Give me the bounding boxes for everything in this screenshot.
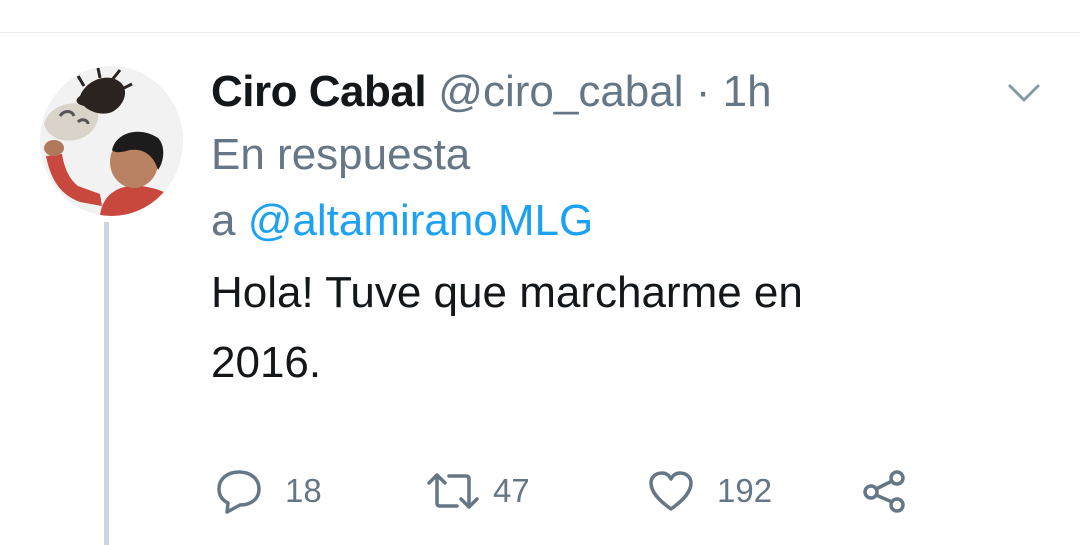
share-nodes-icon [861,469,909,513]
header-separator: · [695,67,711,116]
tweet-text-line: 2016. [211,338,322,387]
reply-context-label: En respuesta [211,130,471,179]
avatar-photo [40,66,183,216]
tweet-header: Ciro Cabal @ciro_cabal · 1h [211,62,1011,122]
tweet[interactable]: Ciro Cabal @ciro_cabal · 1h En respuesta… [211,62,1011,398]
avatar[interactable] [40,66,183,216]
tweet-actions-bar: 18 47 192 [211,466,1011,516]
heart-icon [647,469,695,513]
reply-count: 18 [285,472,322,509]
speech-bubble-icon [215,468,263,514]
thread-connector-line [104,222,109,545]
author-handle[interactable]: @ciro_cabal [438,67,683,116]
tweet-text: Hola! Tuve que marcharme en 2016. [211,258,1011,398]
top-divider [0,32,1080,33]
share-button[interactable] [861,466,909,516]
reply-to-prefix: a [211,196,236,245]
like-button[interactable]: 192 [647,466,772,516]
chevron-down-icon[interactable] [1002,76,1046,112]
author-name[interactable]: Ciro Cabal [211,67,427,116]
retweet-arrows-icon [425,469,481,513]
like-count: 192 [717,472,773,509]
retweet-button[interactable]: 47 [425,466,530,516]
reply-button[interactable]: 18 [215,466,322,516]
tweet-timestamp[interactable]: 1h [723,67,772,116]
retweet-count: 47 [493,472,530,509]
reply-to-mention-link[interactable]: @altamiranoMLG [248,196,593,245]
tweet-text-line: Hola! Tuve que marcharme en [211,268,803,317]
reply-context-target: a @altamiranoMLG [211,188,1011,254]
